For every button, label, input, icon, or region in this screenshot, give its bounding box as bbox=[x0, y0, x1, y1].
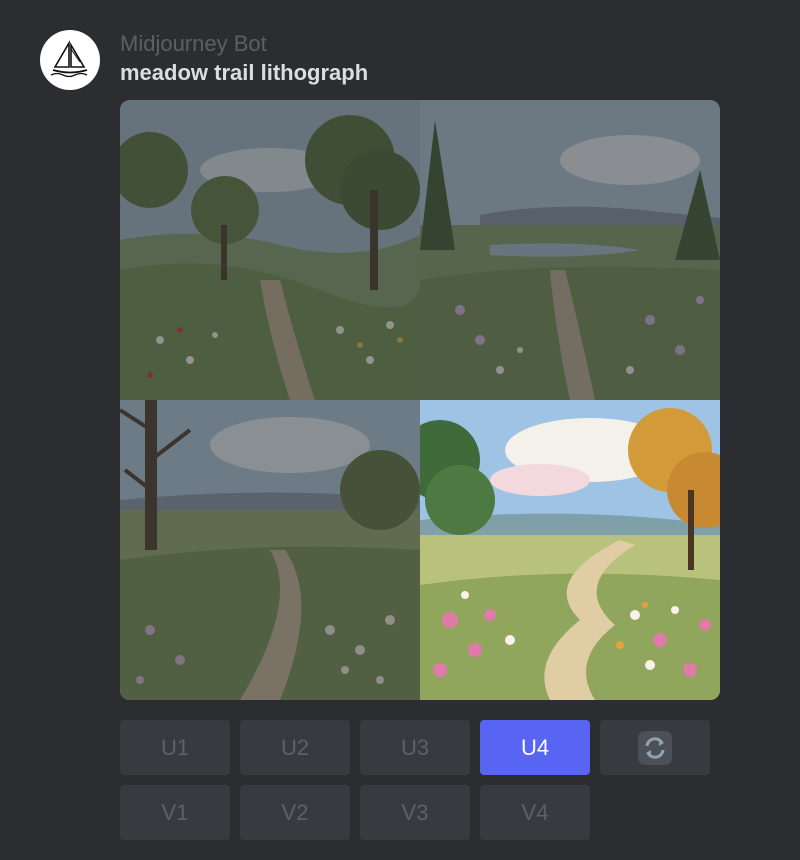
image-tile-3[interactable] bbox=[120, 400, 420, 700]
upscale-button-4[interactable]: U4 bbox=[480, 720, 590, 775]
upscale-button-2[interactable]: U2 bbox=[240, 720, 350, 775]
upscale-button-1[interactable]: U1 bbox=[120, 720, 230, 775]
sailboat-icon bbox=[50, 40, 88, 78]
reroll-button[interactable] bbox=[600, 720, 710, 775]
image-tile-4[interactable] bbox=[420, 400, 720, 700]
image-grid[interactable] bbox=[120, 100, 720, 700]
variation-button-4[interactable]: V4 bbox=[480, 785, 590, 840]
image-tile-2[interactable] bbox=[420, 100, 720, 400]
author-name[interactable]: Midjourney Bot bbox=[120, 31, 267, 57]
bot-avatar[interactable] bbox=[40, 30, 100, 90]
prompt-text: meadow trail lithograph bbox=[120, 60, 369, 85]
refresh-icon bbox=[638, 730, 672, 765]
variation-button-2[interactable]: V2 bbox=[240, 785, 350, 840]
image-tile-1[interactable] bbox=[120, 100, 420, 400]
variation-button-3[interactable]: V3 bbox=[360, 785, 470, 840]
upscale-button-3[interactable]: U3 bbox=[360, 720, 470, 775]
variation-button-1[interactable]: V1 bbox=[120, 785, 230, 840]
